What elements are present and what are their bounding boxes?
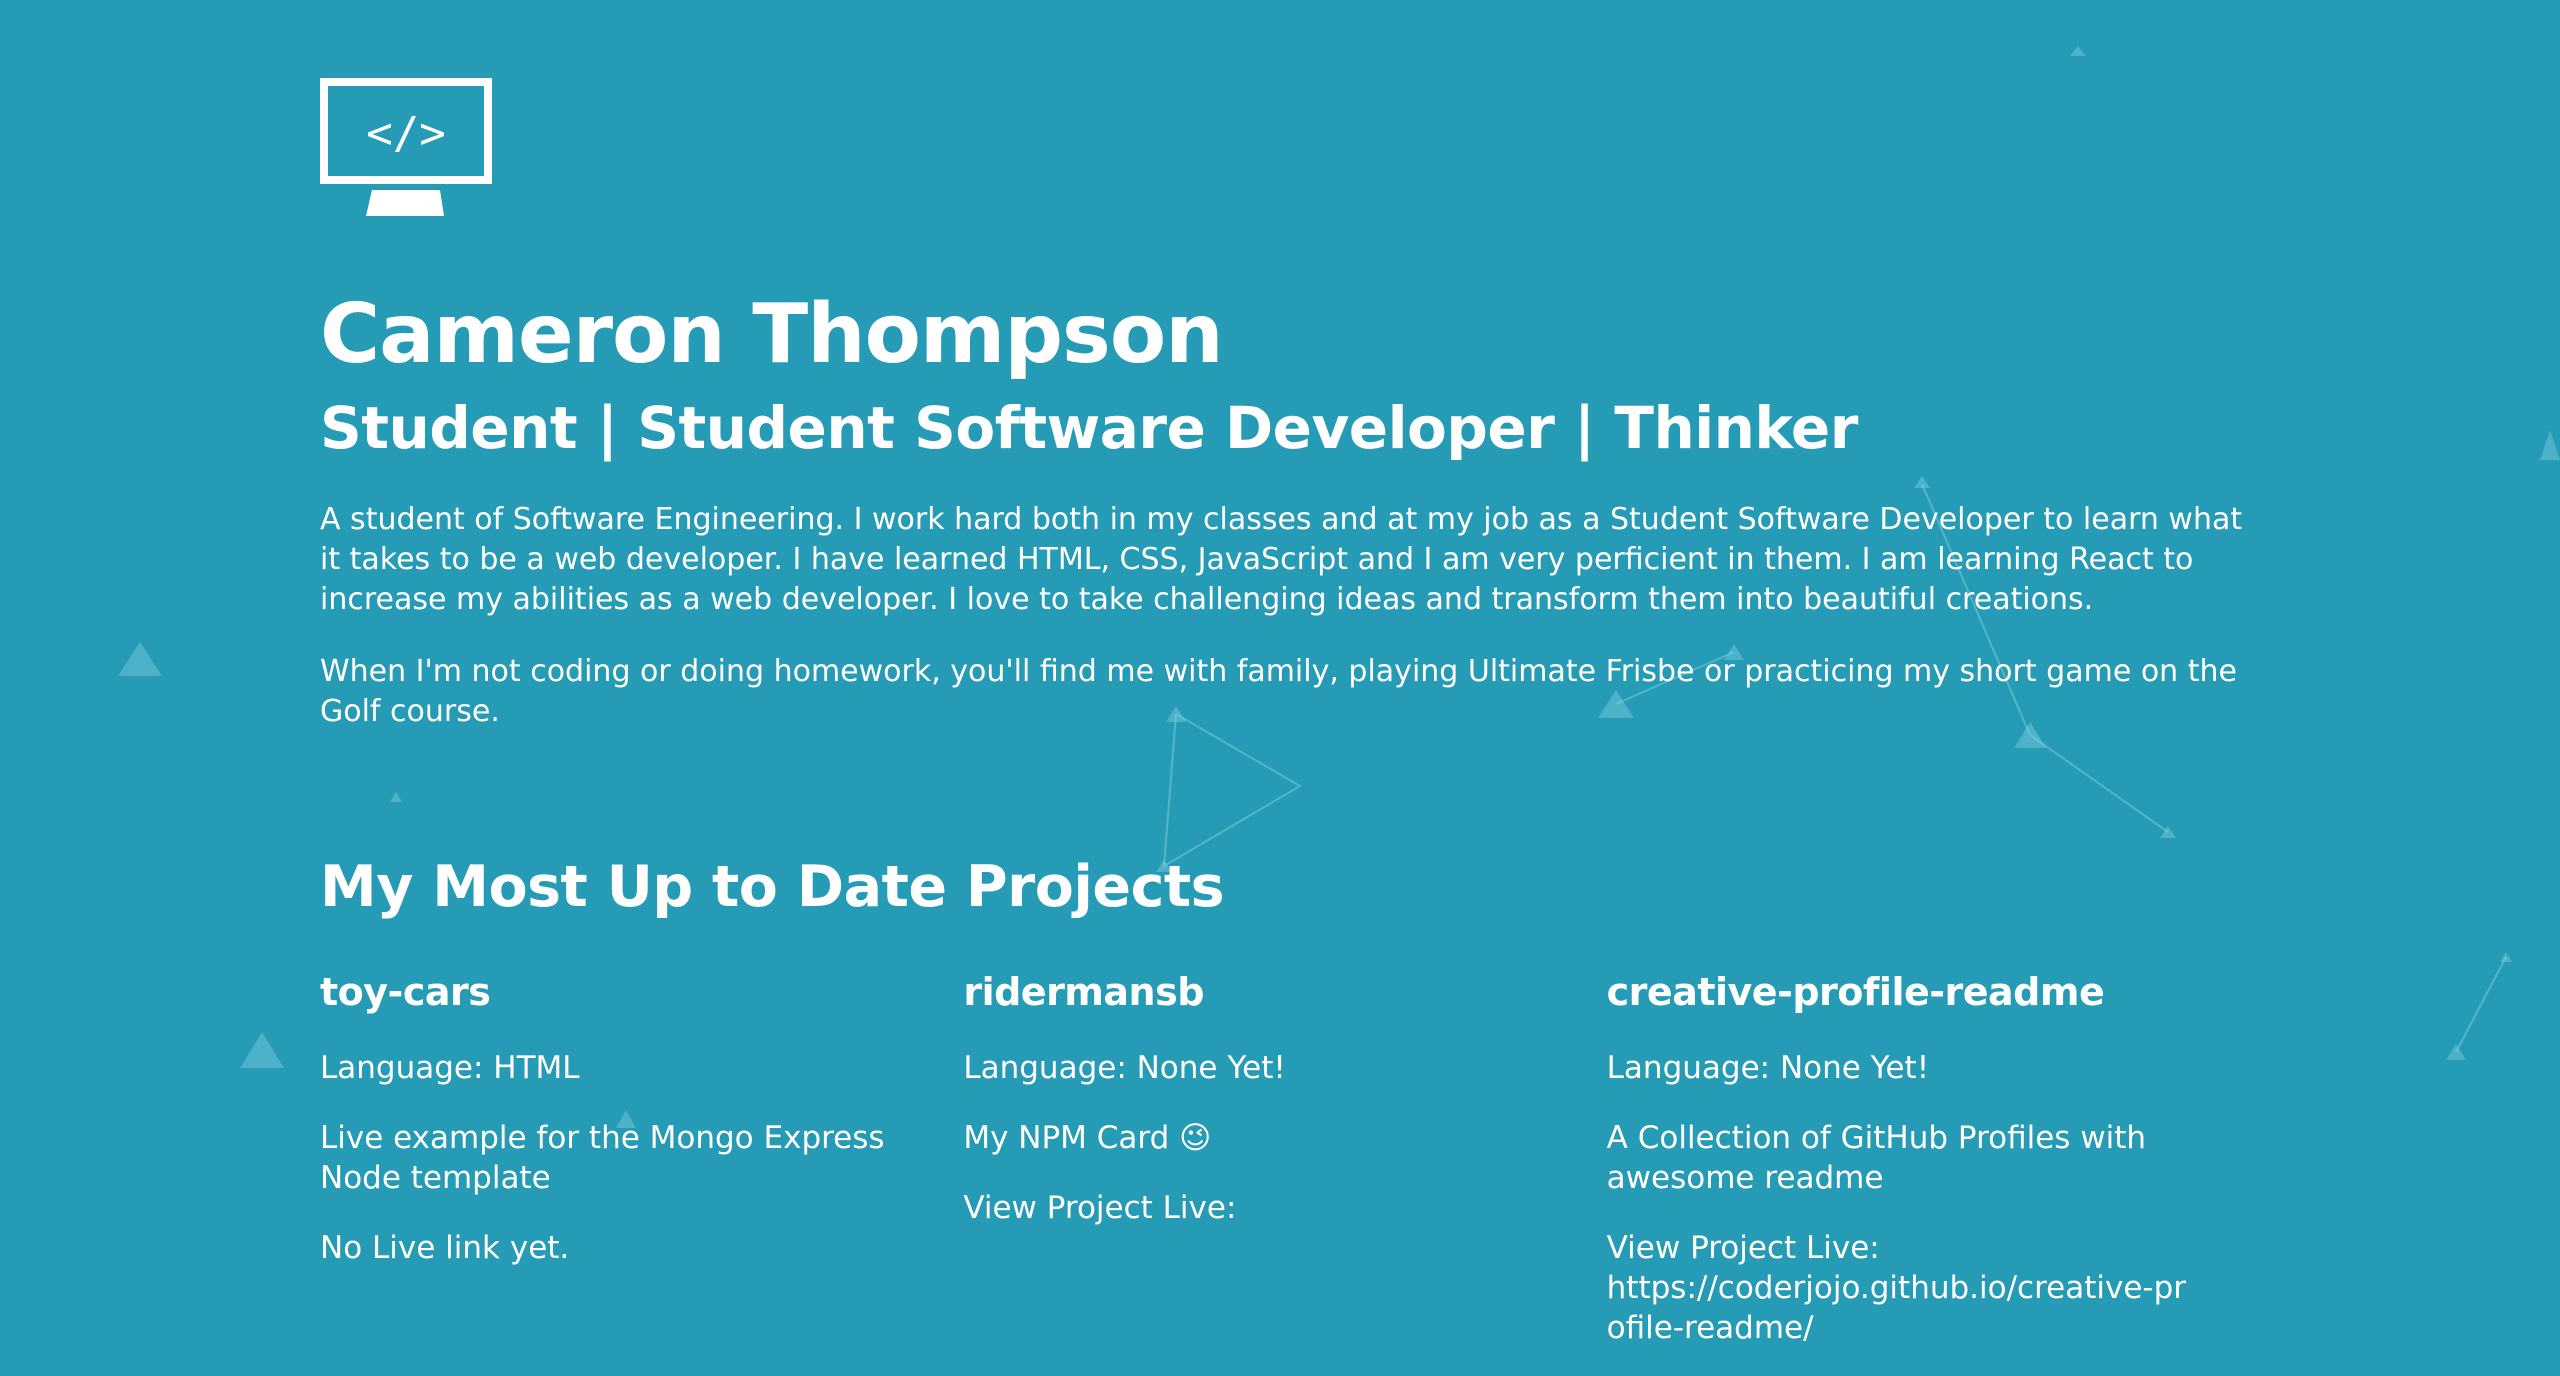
project-language: Language: None Yet! bbox=[1606, 1049, 1930, 1086]
page-title: Cameron Thompson bbox=[320, 287, 1224, 382]
project-card: ridermansb Language: None Yet! My NPM Ca… bbox=[963, 970, 1546, 1376]
code-monitor-icon: </> bbox=[320, 78, 492, 216]
project-live-label: View Project Live: bbox=[1606, 1229, 1880, 1266]
project-title: toy-cars bbox=[320, 969, 491, 1014]
project-language: Language: HTML bbox=[320, 1049, 580, 1086]
project-title: creative-profile-readme bbox=[1606, 969, 2105, 1014]
project-live-text: View Project Live: bbox=[963, 1189, 1237, 1226]
project-live-text: No Live link yet. bbox=[320, 1229, 570, 1266]
project-description: My NPM Card 😉 bbox=[963, 1119, 1212, 1156]
bio-paragraph: A student of Software Engineering. I wor… bbox=[320, 501, 2243, 617]
project-description: A Collection of GitHub Profiles with awe… bbox=[1606, 1119, 2147, 1196]
project-card: toy-cars Language: HTML Live example for… bbox=[320, 970, 903, 1376]
project-title: ridermansb bbox=[963, 969, 1204, 1014]
project-description: Live example for the Mongo Express Node … bbox=[320, 1119, 885, 1196]
bio-paragraph: When I'm not coding or doing homework, y… bbox=[320, 653, 2237, 729]
page-content: </> Cameron Thompson Student | Student S… bbox=[320, 78, 2250, 1376]
project-live-link[interactable]: https://coderjojo.github.io/creative-pro… bbox=[1607, 1268, 2190, 1348]
project-language: Language: None Yet! bbox=[963, 1049, 1286, 1086]
page-subtitle: Student | Student Software Developer | T… bbox=[320, 394, 1858, 463]
project-live-text: View Project Live: https://coderjojo.git… bbox=[1607, 1228, 2190, 1348]
projects-heading: My Most Up to Date Projects bbox=[320, 853, 1225, 920]
project-card: creative-profile-readme Language: None Y… bbox=[1607, 970, 2190, 1376]
svg-text:</>: </> bbox=[366, 108, 445, 159]
project-list: toy-cars Language: HTML Live example for… bbox=[320, 970, 2250, 1376]
